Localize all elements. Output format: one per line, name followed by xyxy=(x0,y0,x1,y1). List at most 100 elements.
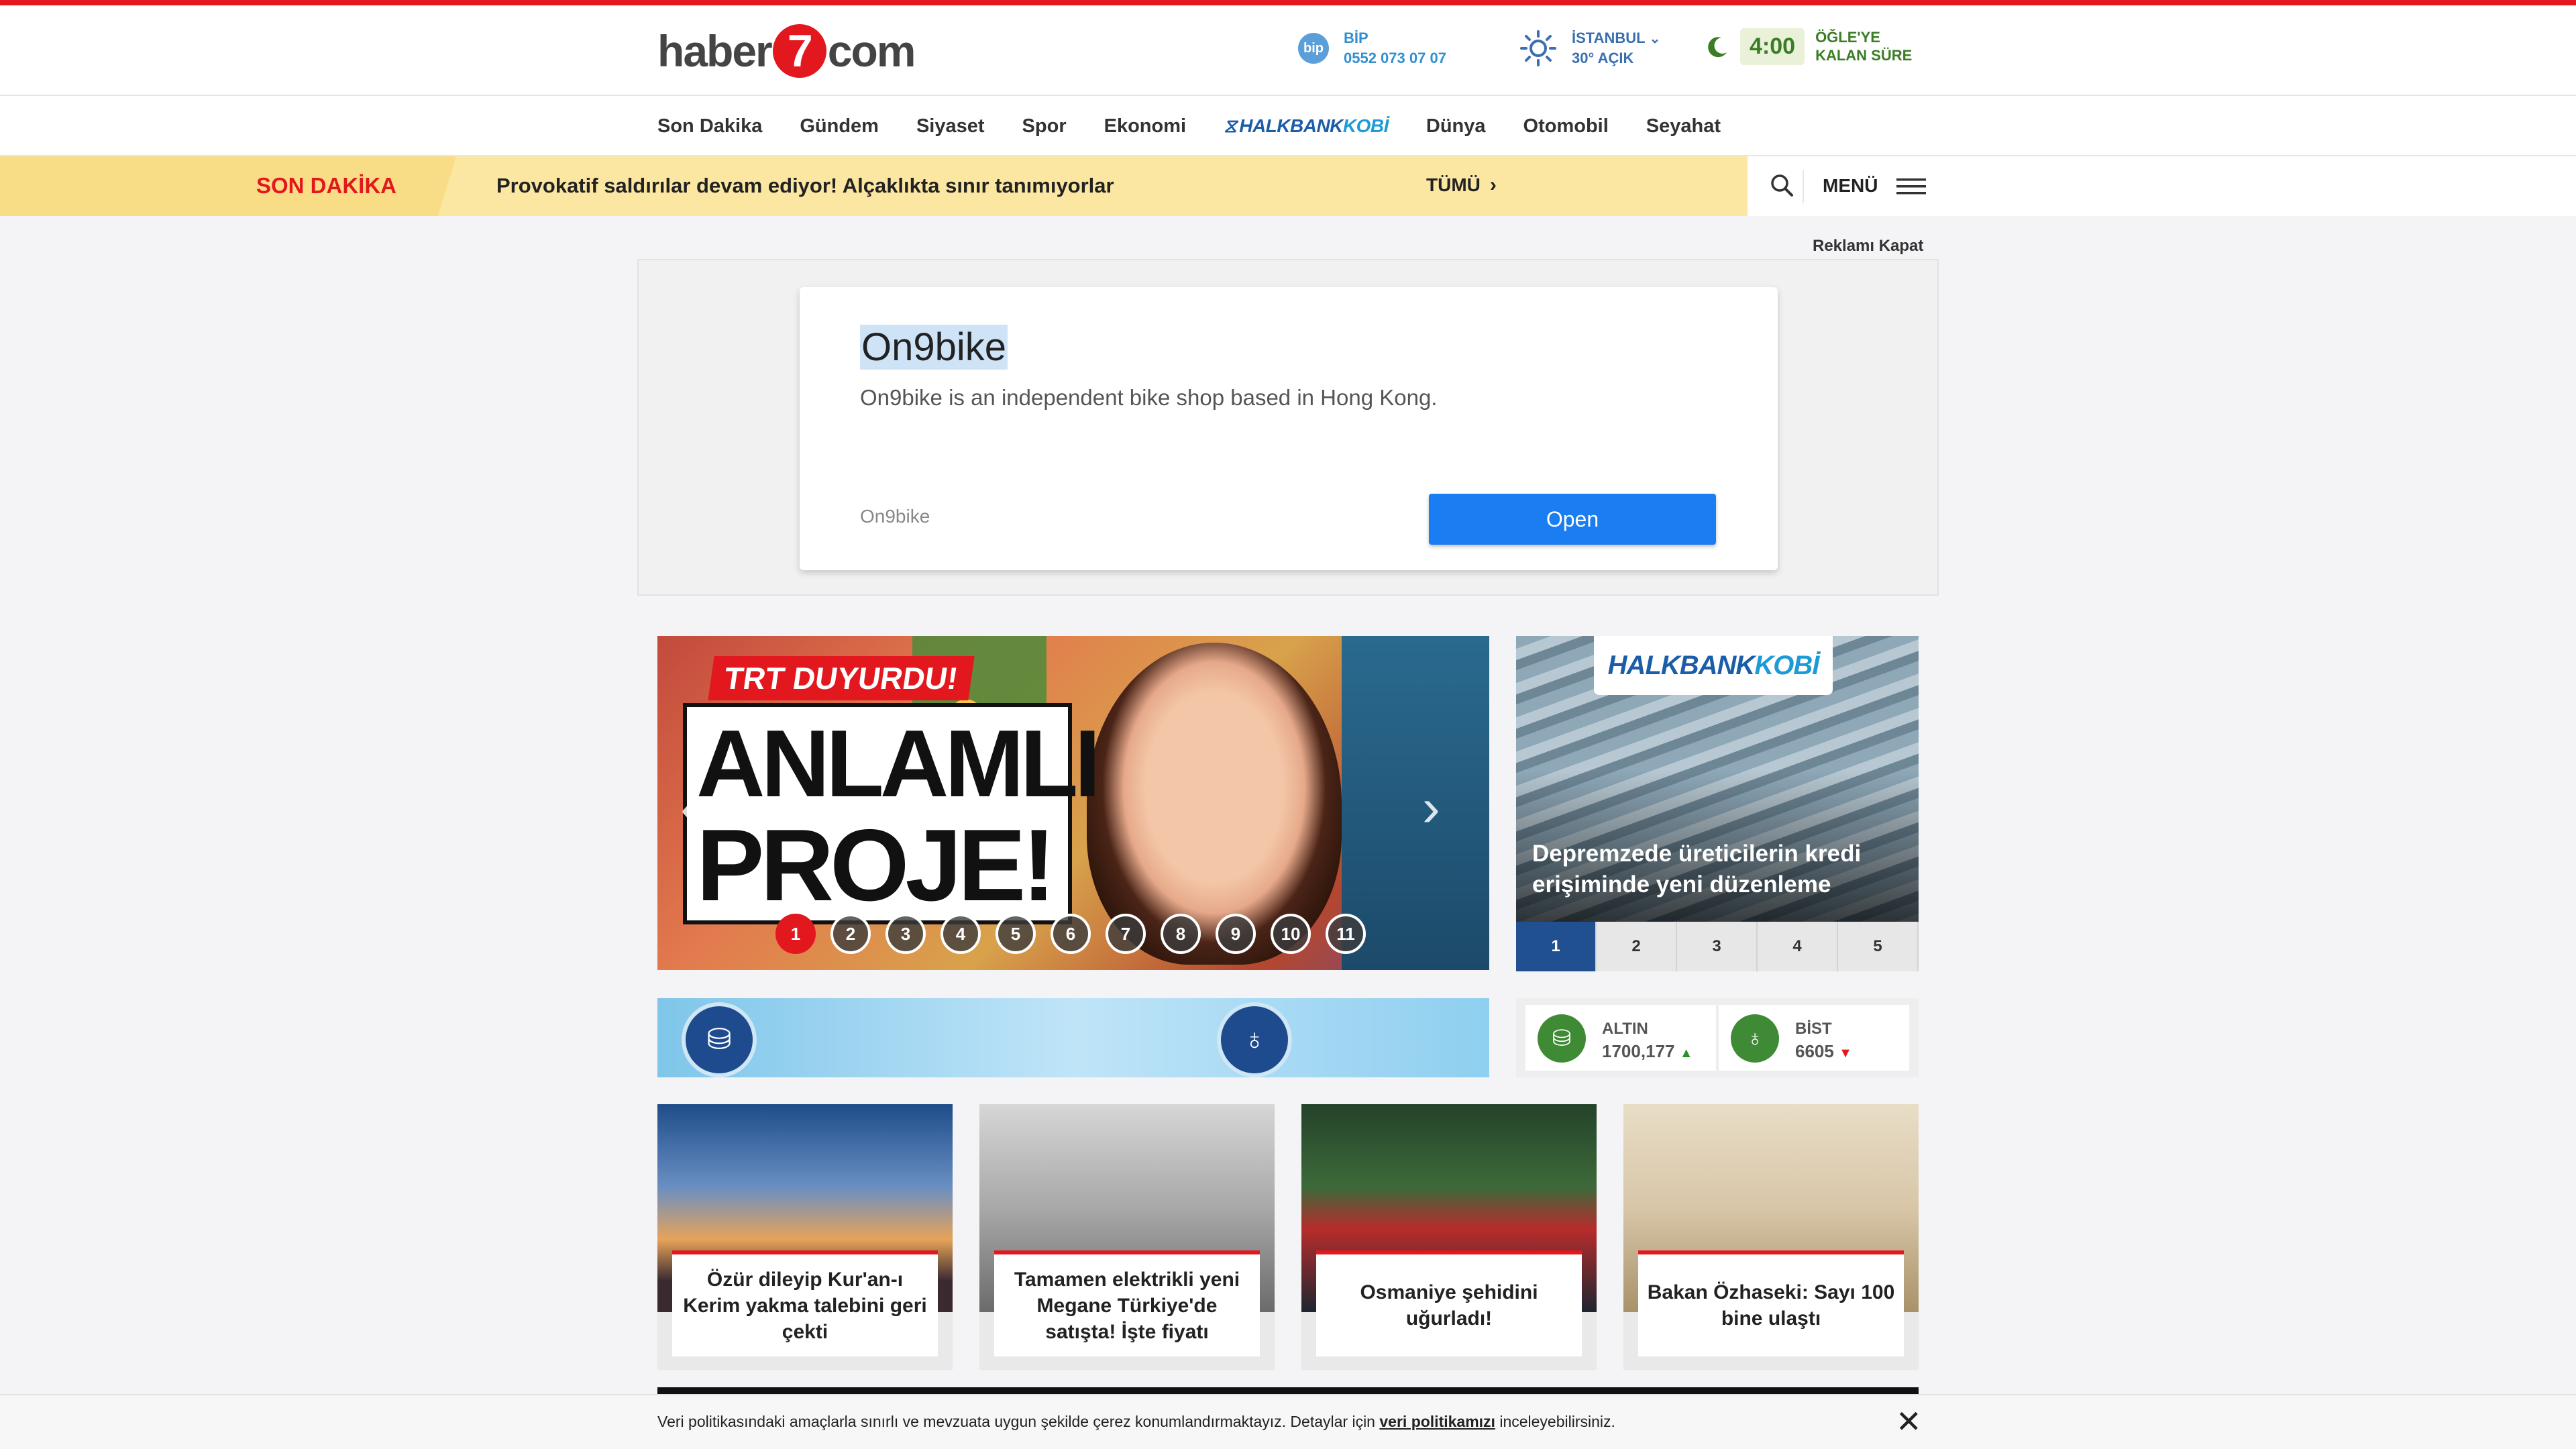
chevron-right-icon[interactable]: › xyxy=(1422,777,1440,839)
breaking-label: SON DAKİKA xyxy=(256,173,397,198)
slider-page-7[interactable]: 7 xyxy=(1106,914,1146,954)
slider-page-8[interactable]: 8 xyxy=(1161,914,1201,954)
bip-icon: bip xyxy=(1298,33,1329,64)
halkbank-kobi-box[interactable]: HALKBANKKOBİ Depremzede üreticilerin kre… xyxy=(1516,636,1919,971)
headline-slider[interactable]: TRT DUYURDU! ANLAMLI PROJE! ‹ › 1 2 3 4 … xyxy=(657,636,1489,970)
nav-item-halkbank-kobi[interactable]: ⧖ HALKBANKKOBİ xyxy=(1224,115,1389,138)
ad-title: On9bike xyxy=(860,325,1008,370)
nav-item-siyaset[interactable]: Siyaset xyxy=(916,115,985,138)
nav-item-gundem[interactable]: Gündem xyxy=(800,115,879,138)
slider-page-10[interactable]: 10 xyxy=(1271,914,1311,954)
bip-label: BİP xyxy=(1344,30,1368,46)
halkbank-page-5[interactable]: 5 xyxy=(1838,922,1919,971)
cookie-text-after: inceleyebilirsiniz. xyxy=(1495,1413,1615,1430)
close-ad-link[interactable]: Reklamı Kapat xyxy=(1813,237,1923,256)
halkbank-logo-label: HALKBANK xyxy=(1607,651,1756,680)
news-card[interactable]: Bakan Özhaseki: Sayı 100 bine ulaştı xyxy=(1623,1104,1919,1370)
logo-text-right: com xyxy=(827,26,916,76)
trend-up-icon: ▲ xyxy=(1679,1046,1693,1061)
market-bist[interactable]: ♁ BİST 6605 ▼ xyxy=(1719,1005,1909,1071)
market-gold-value-row: 1700,177 ▲ xyxy=(1602,1041,1693,1062)
halkbank-page-3[interactable]: 3 xyxy=(1677,922,1758,971)
cookie-text: Veri politikasındaki amaçlarla sınırlı v… xyxy=(657,1413,1615,1431)
news-title: Bakan Özhaseki: Sayı 100 bine ulaştı xyxy=(1638,1250,1904,1356)
chevron-down-icon: ⌄ xyxy=(1649,32,1661,46)
slider-page-3[interactable]: 3 xyxy=(885,914,926,954)
market-bist-value: 6605 xyxy=(1795,1041,1834,1061)
hamburger-menu-icon[interactable] xyxy=(1896,176,1926,197)
market-gold[interactable]: ⛁ ALTIN 1700,177 ▲ xyxy=(1525,1005,1716,1071)
chevron-right-icon: › xyxy=(1489,174,1497,196)
chevron-left-icon[interactable]: ‹ xyxy=(680,777,698,839)
news-card[interactable]: Osmaniye şehidini uğurladı! xyxy=(1301,1104,1597,1370)
slider-page-6[interactable]: 6 xyxy=(1051,914,1091,954)
slider-page-11[interactable]: 11 xyxy=(1326,914,1366,954)
nav-item-son-dakika[interactable]: Son Dakika xyxy=(657,115,762,138)
news-title: Özür dileyip Kur'an-ı Kerim yakma talebi… xyxy=(672,1250,938,1356)
slider-pagination: 1 2 3 4 5 6 7 8 9 10 11 xyxy=(775,914,1381,954)
market-bist-name: BİST xyxy=(1795,1020,1832,1038)
breaking-all-link[interactable]: TÜMÜ › xyxy=(1426,174,1497,197)
search-icon[interactable] xyxy=(1768,171,1797,201)
bip-contact[interactable]: bip BİP 0552 073 07 07 xyxy=(1298,30,1446,67)
halkbank-page-2[interactable]: 2 xyxy=(1597,922,1677,971)
halkbank-pagination: 1 2 3 4 5 xyxy=(1516,922,1919,971)
nav-item-dunya[interactable]: Dünya xyxy=(1426,115,1486,138)
nav-item-ekonomi[interactable]: Ekonomi xyxy=(1104,115,1186,138)
cookie-policy-link[interactable]: veri politikamızı xyxy=(1379,1413,1495,1430)
ad-container: On9bike On9bike is an independent bike s… xyxy=(637,259,1939,596)
weather-city-label: İSTANBUL xyxy=(1572,30,1646,46)
halkbank-page-4[interactable]: 4 xyxy=(1758,922,1838,971)
sun-icon xyxy=(1520,30,1556,66)
logo-seven: 7 xyxy=(772,24,826,78)
weather-city[interactable]: İSTANBUL ⌄ xyxy=(1572,30,1660,47)
market-gold-value: 1700,177 xyxy=(1602,1041,1675,1061)
halkbank-page-1[interactable]: 1 xyxy=(1516,922,1597,971)
breaking-news-bar: SON DAKİKA Provokatif saldırılar devam e… xyxy=(0,156,1748,216)
nav-item-seyahat[interactable]: Seyahat xyxy=(1646,115,1721,138)
halkbank-kobi-logo: HALKBANKKOBİ xyxy=(1594,636,1833,695)
weather-temp: 30° AÇIK xyxy=(1572,50,1634,66)
prayer-time-widget[interactable]: 4:00 ÖĞLE'YE KALAN SÜRE xyxy=(1704,28,1912,65)
ad-description: On9bike is an independent bike shop base… xyxy=(860,385,1438,410)
slider-page-1[interactable]: 1 xyxy=(775,914,816,954)
breaking-headline[interactable]: Provokatif saldırılar devam ediyor! Alça… xyxy=(496,174,1114,198)
tools-divider xyxy=(1803,170,1804,203)
nav-item-otomobil[interactable]: Otomobil xyxy=(1523,115,1609,138)
top-accent-bar xyxy=(0,0,2576,5)
slider-tag: TRT DUYURDU! xyxy=(708,656,975,700)
news-title: Tamamen elektrikli yeni Megane Türkiye'd… xyxy=(994,1250,1260,1356)
bip-phone: 0552 073 07 07 xyxy=(1344,50,1446,66)
coins-icon: ⛁ xyxy=(682,1002,757,1077)
menu-label[interactable]: MENÜ xyxy=(1823,175,1878,197)
ad-card[interactable]: On9bike On9bike is an independent bike s… xyxy=(800,287,1778,570)
news-card[interactable]: Özür dileyip Kur'an-ı Kerim yakma talebi… xyxy=(657,1104,953,1370)
markets-widget: ⛁ ALTIN 1700,177 ▲ ♁ BİST 6605 ▼ xyxy=(1516,998,1919,1077)
breaking-label-box: SON DAKİKA xyxy=(0,156,456,216)
weather-widget[interactable]: İSTANBUL ⌄ 30° AÇIK xyxy=(1519,30,1660,67)
prayer-label-line1: ÖĞLE'YE xyxy=(1815,29,1880,46)
close-icon[interactable]: ✕ xyxy=(1896,1406,1922,1437)
slider-page-2[interactable]: 2 xyxy=(830,914,871,954)
halkbank-label: HALKBANK xyxy=(1239,115,1343,136)
ad-open-button[interactable]: Open xyxy=(1429,494,1716,545)
slider-headline-box: ANLAMLI PROJE! xyxy=(683,703,1101,924)
halkbank-news-caption: Depremzede üreticilerin kredi erişiminde… xyxy=(1532,841,1862,898)
cookie-banner: Veri politikasındaki amaçlarla sınırlı v… xyxy=(0,1394,2576,1449)
halkbank-logo-icon: ⧖ xyxy=(1224,115,1237,136)
site-header: haber 7 com bip BİP 0552 073 07 07 İSTAN… xyxy=(0,5,2576,96)
slider-page-9[interactable]: 9 xyxy=(1216,914,1256,954)
kobi-logo-label: KOBİ xyxy=(1754,651,1819,680)
header-tools: MENÜ xyxy=(1748,156,2576,216)
cookie-text-before: Veri politikasındaki amaçlarla sınırlı v… xyxy=(657,1413,1380,1430)
breaking-all-label: TÜMÜ xyxy=(1426,174,1481,195)
sponsor-banner[interactable]: ⛁ ♁ xyxy=(657,998,1489,1077)
nav-item-spor[interactable]: Spor xyxy=(1022,115,1067,138)
kobi-label: KOBİ xyxy=(1342,115,1389,136)
slider-page-4[interactable]: 4 xyxy=(941,914,981,954)
crescent-moon-icon xyxy=(1708,36,1727,57)
site-logo[interactable]: haber 7 com xyxy=(657,24,916,78)
news-card[interactable]: Tamamen elektrikli yeni Megane Türkiye'd… xyxy=(979,1104,1275,1370)
slider-page-5[interactable]: 5 xyxy=(996,914,1036,954)
prayer-countdown: 4:00 xyxy=(1740,28,1805,65)
